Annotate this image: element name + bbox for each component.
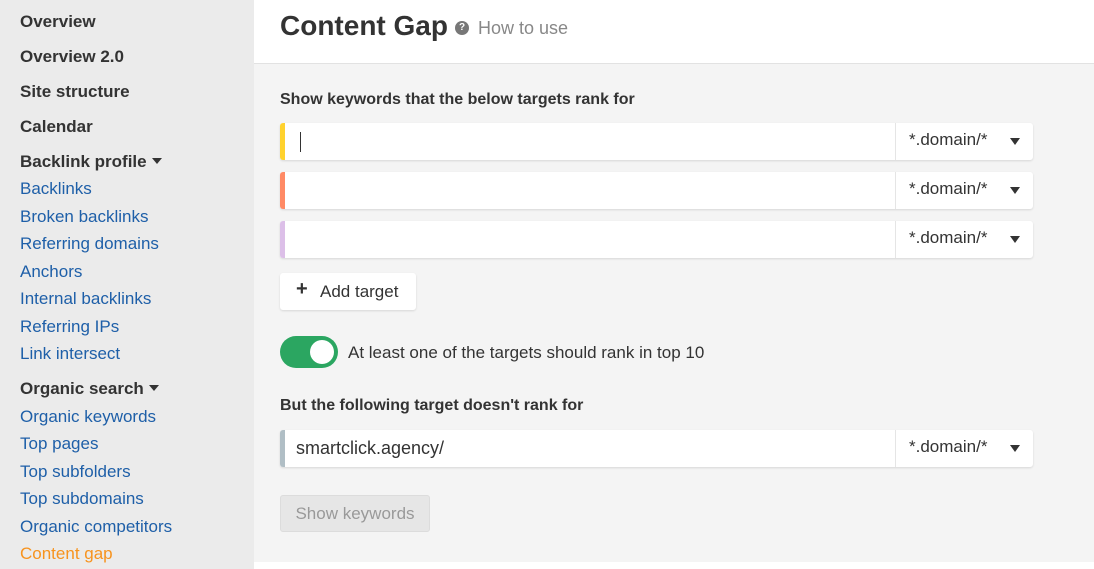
dropdown-arrow-icon — [1010, 445, 1020, 452]
target-input-1[interactable] — [285, 123, 895, 160]
mode-value: *.domain/* — [909, 228, 988, 247]
sidebar-link-anchors[interactable]: Anchors — [20, 262, 82, 282]
caret-down-icon — [148, 385, 159, 391]
content-gap-form: Show keywords that the below targets ran… — [254, 65, 1094, 562]
how-to-use-link[interactable]: How to use — [478, 18, 568, 39]
target-mode-select-3[interactable]: *.domain/* — [895, 221, 1033, 258]
dropdown-arrow-icon — [1010, 138, 1020, 145]
sidebar-item-overview-2[interactable]: Overview 2.0 — [20, 47, 124, 67]
sidebar-link-organic-keywords[interactable]: Organic keywords — [20, 407, 156, 427]
target-input-3[interactable] — [285, 221, 895, 258]
page-header: Content Gap ? How to use — [254, 0, 1094, 64]
text-cursor — [300, 132, 301, 152]
exclude-label: But the following target doesn't rank fo… — [280, 397, 584, 414]
sidebar-link-organic-competitors[interactable]: Organic competitors — [20, 517, 172, 537]
exclude-target-input[interactable]: smartclick.agency/ — [285, 430, 895, 467]
sidebar-link-top-subdomains[interactable]: Top subdomains — [20, 489, 144, 509]
dropdown-arrow-icon — [1010, 187, 1020, 194]
mode-value: *.domain/* — [909, 130, 988, 149]
toggle-knob — [310, 340, 334, 364]
add-target-button[interactable]: + Add target — [280, 273, 416, 310]
section-title: Organic search — [20, 379, 144, 398]
sidebar-item-site-structure[interactable]: Site structure — [20, 82, 130, 102]
targets-label: Show keywords that the below targets ran… — [280, 91, 635, 108]
sidebar-link-link-intersect[interactable]: Link intersect — [20, 344, 120, 364]
section-title: Backlink profile — [20, 152, 147, 171]
target-mode-select-1[interactable]: *.domain/* — [895, 123, 1033, 160]
sidebar-link-broken-backlinks[interactable]: Broken backlinks — [20, 207, 149, 227]
sidebar: Overview Overview 2.0 Site structure Cal… — [0, 0, 254, 569]
sidebar-link-internal-backlinks[interactable]: Internal backlinks — [20, 289, 151, 309]
sidebar-item-calendar[interactable]: Calendar — [20, 117, 93, 137]
question-circle-icon[interactable]: ? — [455, 21, 469, 35]
mode-value: *.domain/* — [909, 179, 988, 198]
target-mode-select-2[interactable]: *.domain/* — [895, 172, 1033, 209]
add-target-label: Add target — [320, 282, 399, 301]
top10-toggle[interactable] — [280, 336, 338, 368]
mode-value: *.domain/* — [909, 437, 988, 456]
sidebar-link-backlinks[interactable]: Backlinks — [20, 179, 92, 199]
sidebar-link-top-subfolders[interactable]: Top subfolders — [20, 462, 131, 482]
target-row-2: *.domain/* — [280, 172, 1033, 209]
show-keywords-button[interactable]: Show keywords — [280, 495, 430, 532]
sidebar-section-backlink-profile[interactable]: Backlink profile — [20, 152, 162, 172]
page-title: Content Gap — [280, 10, 448, 41]
footer-strip — [254, 562, 1094, 569]
dropdown-arrow-icon — [1010, 236, 1020, 243]
sidebar-section-organic-search[interactable]: Organic search — [20, 379, 159, 399]
sidebar-link-content-gap[interactable]: Content gap — [20, 544, 113, 564]
sidebar-link-referring-domains[interactable]: Referring domains — [20, 234, 159, 254]
caret-down-icon — [151, 158, 162, 164]
sidebar-link-referring-ips[interactable]: Referring IPs — [20, 317, 119, 337]
exclude-target-mode-select[interactable]: *.domain/* — [895, 430, 1033, 467]
sidebar-link-top-pages[interactable]: Top pages — [20, 434, 98, 454]
sidebar-item-overview[interactable]: Overview — [20, 12, 96, 32]
target-input-2[interactable] — [285, 172, 895, 209]
target-row-3: *.domain/* — [280, 221, 1033, 258]
exclude-target-row: smartclick.agency/ *.domain/* — [280, 430, 1033, 467]
target-row-1: *.domain/* — [280, 123, 1033, 160]
plus-icon: + — [296, 278, 308, 300]
top10-toggle-label: At least one of the targets should rank … — [348, 343, 705, 362]
